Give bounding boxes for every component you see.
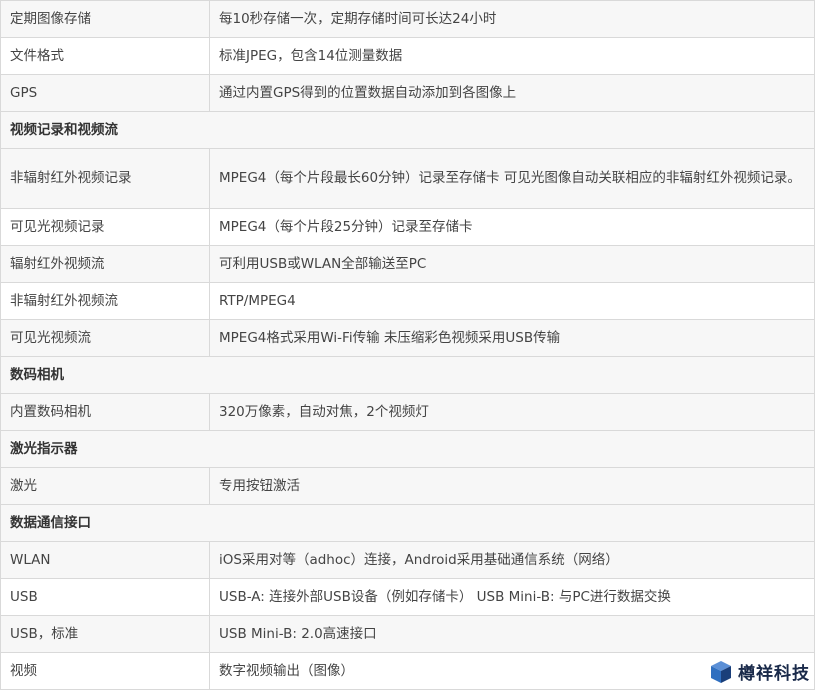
- spec-row: WLAN iOS采用对等（adhoc）连接，Android采用基础通信系统（网络…: [0, 541, 815, 579]
- spec-value: MPEG4（每个片段最长60分钟）记录至存储卡 可见光图像自动关联相应的非辐射红…: [209, 148, 815, 209]
- spec-value: MPEG4（每个片段25分钟）记录至存储卡: [209, 208, 815, 246]
- spec-label: 非辐射红外视频记录: [0, 148, 210, 209]
- spec-label: 非辐射红外视频流: [0, 282, 210, 320]
- section-header-row: 数据通信接口: [0, 504, 815, 542]
- section-header: 激光指示器: [0, 430, 815, 468]
- spec-table: 定期图像存储 每10秒存储一次，定期存储时间可长达24小时 文件格式 标准JPE…: [0, 0, 815, 690]
- section-header-row: 视频记录和视频流: [0, 111, 815, 149]
- spec-value: USB-A: 连接外部USB设备（例如存储卡） USB Mini-B: 与PC进…: [209, 578, 815, 616]
- section-header: 视频记录和视频流: [0, 111, 815, 149]
- spec-row: 视频 数字视频输出（图像）: [0, 652, 815, 690]
- spec-label: WLAN: [0, 541, 210, 579]
- spec-value: 每10秒存储一次，定期存储时间可长达24小时: [209, 0, 815, 38]
- spec-label: 辐射红外视频流: [0, 245, 210, 283]
- spec-row: 可见光视频流 MPEG4格式采用Wi-Fi传输 未压缩彩色视频采用USB传输: [0, 319, 815, 357]
- spec-label: 可见光视频记录: [0, 208, 210, 246]
- spec-label: 定期图像存储: [0, 0, 210, 38]
- spec-row: USB，标准 USB Mini-B: 2.0高速接口: [0, 615, 815, 653]
- spec-value: MPEG4格式采用Wi-Fi传输 未压缩彩色视频采用USB传输: [209, 319, 815, 357]
- spec-value: 专用按钮激活: [209, 467, 815, 505]
- spec-row: 非辐射红外视频流 RTP/MPEG4: [0, 282, 815, 320]
- spec-value: RTP/MPEG4: [209, 282, 815, 320]
- spec-label: 激光: [0, 467, 210, 505]
- spec-label: 文件格式: [0, 37, 210, 75]
- cube-logo-icon: [711, 660, 731, 683]
- spec-row: 内置数码相机 320万像素，自动对焦，2个视频灯: [0, 393, 815, 431]
- spec-label: USB，标准: [0, 615, 210, 653]
- spec-row: 文件格式 标准JPEG，包含14位测量数据: [0, 37, 815, 75]
- spec-row: 非辐射红外视频记录 MPEG4（每个片段最长60分钟）记录至存储卡 可见光图像自…: [0, 148, 815, 209]
- watermark: 樽祥科技: [710, 659, 810, 684]
- spec-row: GPS 通过内置GPS得到的位置数据自动添加到各图像上: [0, 74, 815, 112]
- spec-value: 可利用USB或WLAN全部输送至PC: [209, 245, 815, 283]
- spec-row: USB USB-A: 连接外部USB设备（例如存储卡） USB Mini-B: …: [0, 578, 815, 616]
- spec-value: iOS采用对等（adhoc）连接，Android采用基础通信系统（网络）: [209, 541, 815, 579]
- spec-value: 通过内置GPS得到的位置数据自动添加到各图像上: [209, 74, 815, 112]
- spec-label: USB: [0, 578, 210, 616]
- spec-label: 可见光视频流: [0, 319, 210, 357]
- spec-label: 视频: [0, 652, 210, 690]
- section-header: 数码相机: [0, 356, 815, 394]
- spec-value: 标准JPEG，包含14位测量数据: [209, 37, 815, 75]
- spec-row: 可见光视频记录 MPEG4（每个片段25分钟）记录至存储卡: [0, 208, 815, 246]
- section-header: 数据通信接口: [0, 504, 815, 542]
- spec-row: 辐射红外视频流 可利用USB或WLAN全部输送至PC: [0, 245, 815, 283]
- watermark-text: 樽祥科技: [738, 664, 810, 684]
- spec-row: 定期图像存储 每10秒存储一次，定期存储时间可长达24小时: [0, 0, 815, 38]
- section-header-row: 激光指示器: [0, 430, 815, 468]
- spec-value: 320万像素，自动对焦，2个视频灯: [209, 393, 815, 431]
- spec-label: GPS: [0, 74, 210, 112]
- section-header-row: 数码相机: [0, 356, 815, 394]
- spec-row: 激光 专用按钮激活: [0, 467, 815, 505]
- spec-label: 内置数码相机: [0, 393, 210, 431]
- spec-value: USB Mini-B: 2.0高速接口: [209, 615, 815, 653]
